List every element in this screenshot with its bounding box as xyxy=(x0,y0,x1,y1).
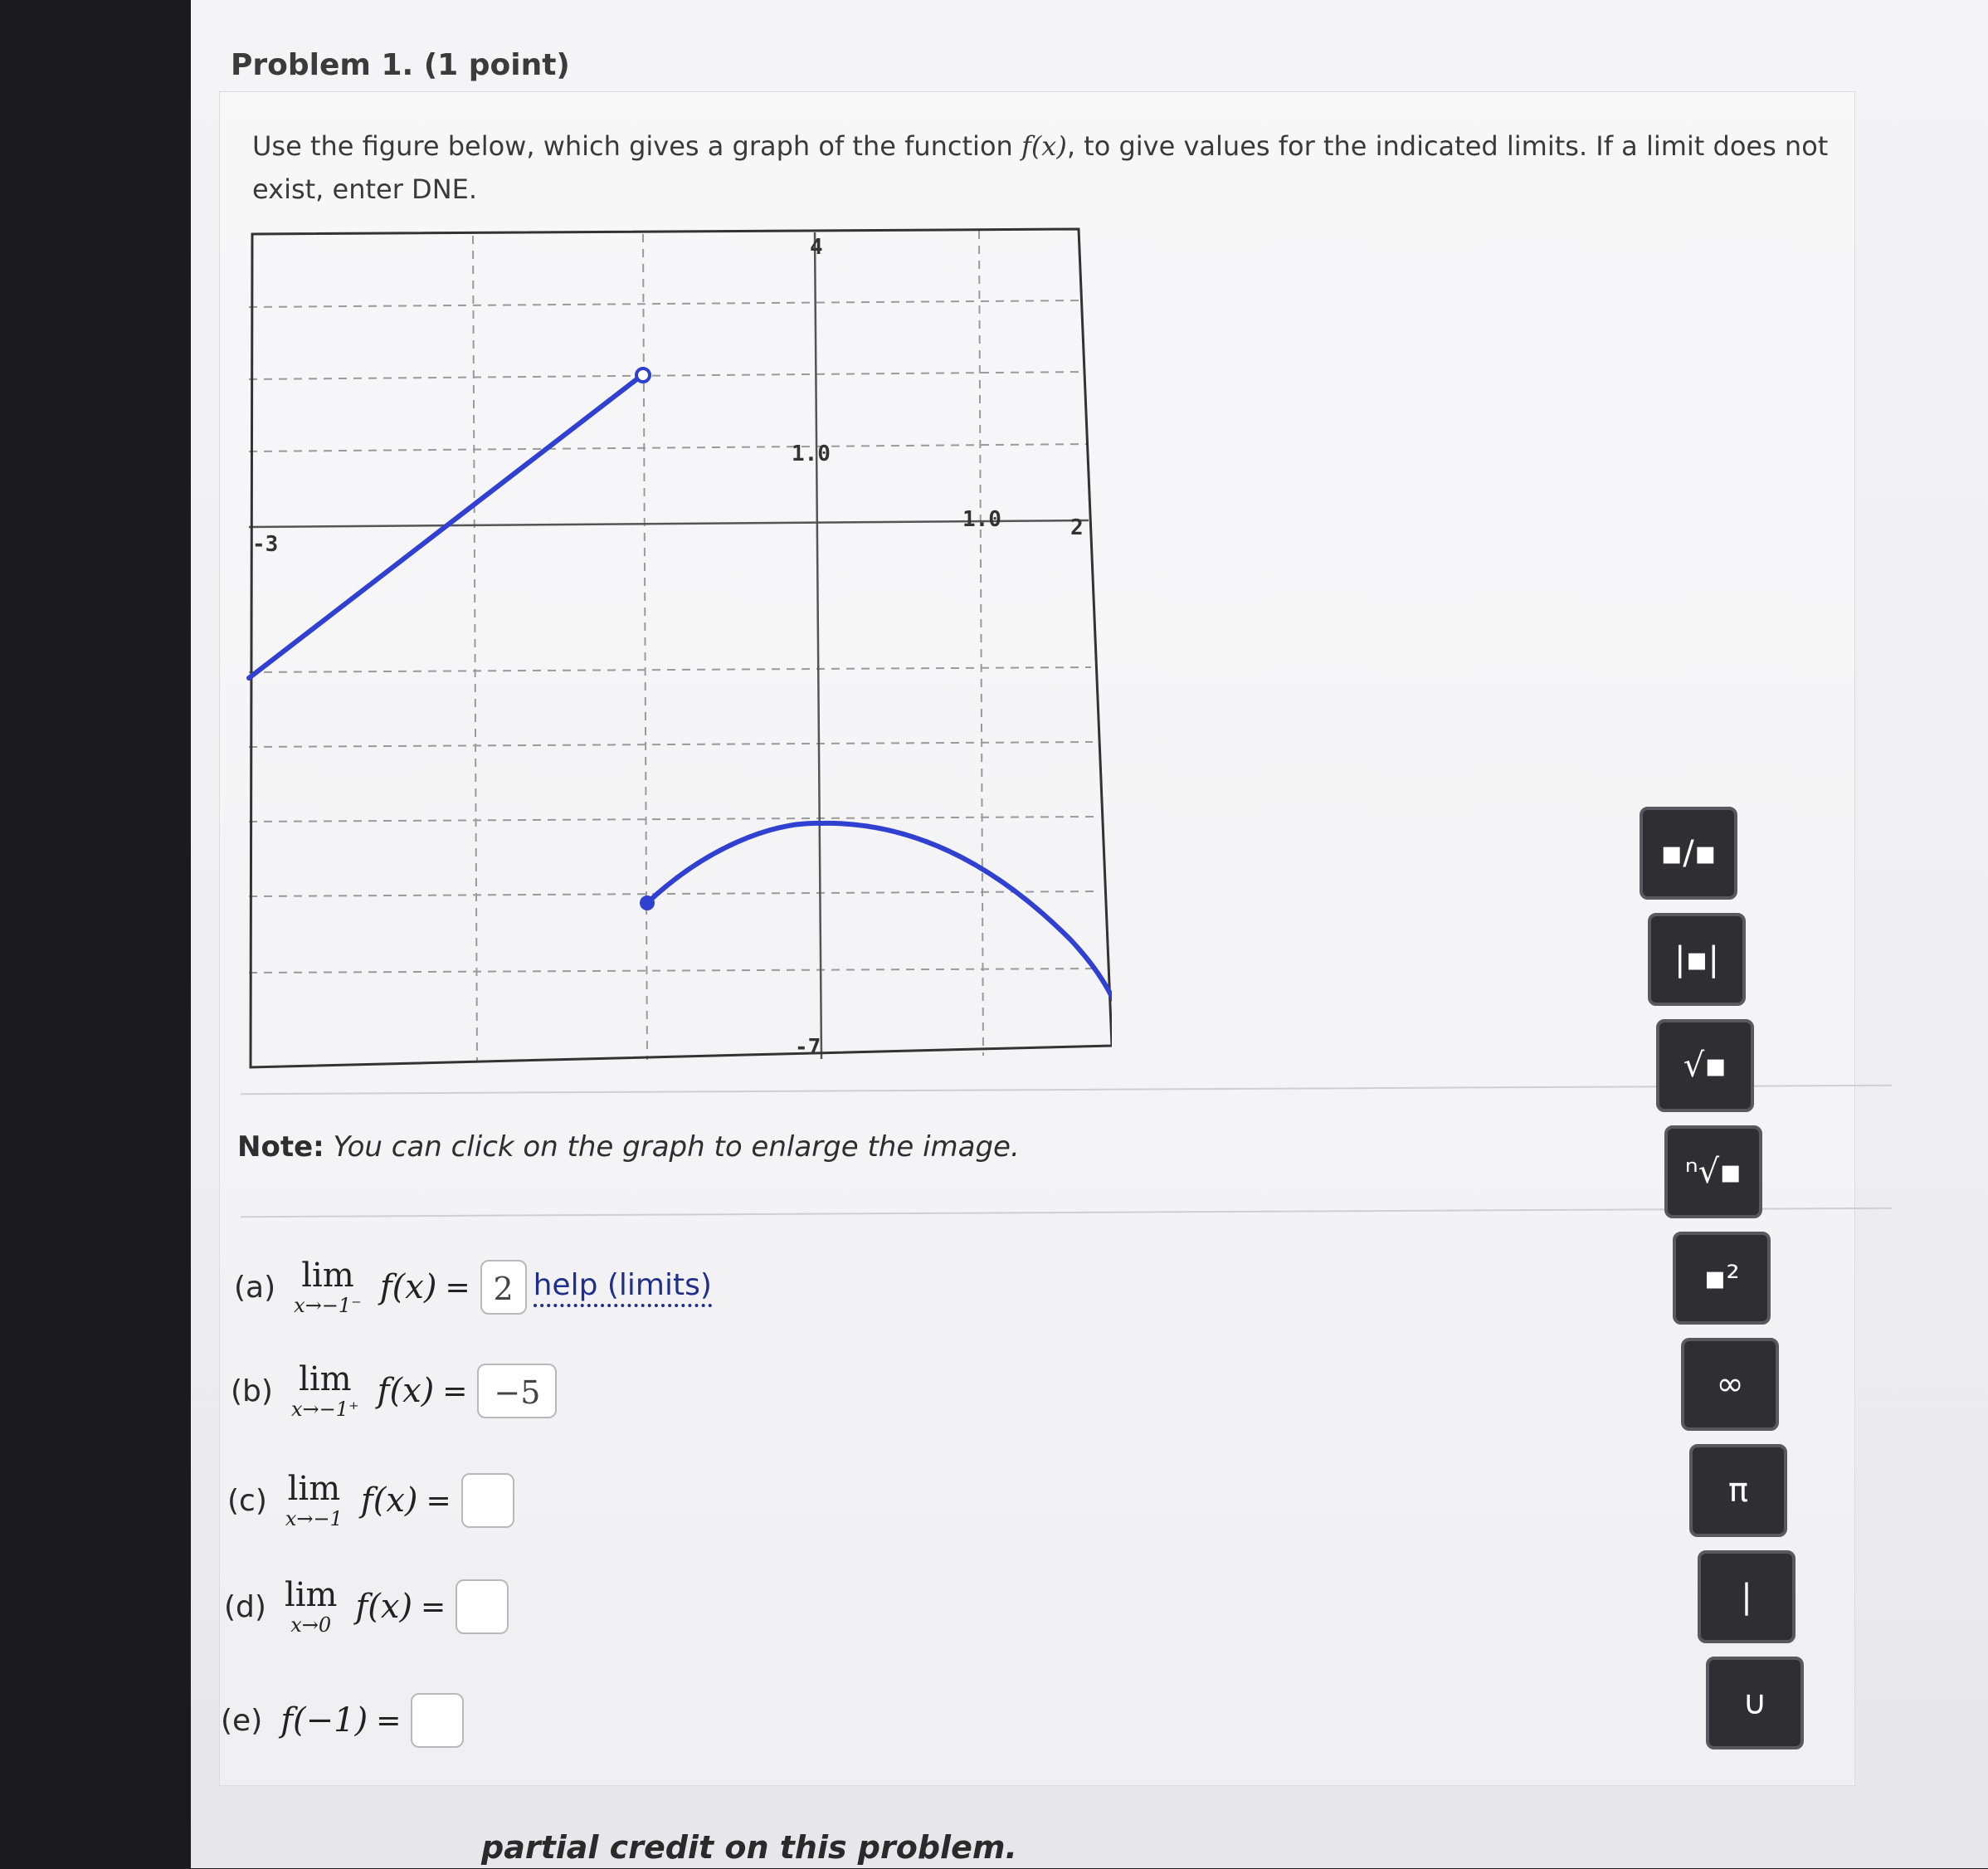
linear-segment xyxy=(246,375,641,681)
partial-credit-text: partial credit on this problem. xyxy=(481,1829,1017,1866)
fraction-button[interactable]: ▪/▪ xyxy=(1640,807,1737,900)
function-graph[interactable]: 4 1.0 1.0 -3 2 -7 xyxy=(241,226,1112,1072)
y-top-label: 4 xyxy=(810,235,823,260)
x-right-label: 2 xyxy=(1070,515,1084,540)
prompt-text-start: Use the figure below, which gives a grap… xyxy=(252,130,1021,162)
nth-root-button[interactable]: ⁿ√▪ xyxy=(1664,1125,1762,1218)
graph-svg: 4 1.0 1.0 -3 2 -7 xyxy=(246,227,1112,1069)
part-e-label: (e) xyxy=(221,1703,263,1738)
absolute-value-icon: |▪| xyxy=(1674,940,1720,978)
part-e: (e) f(−1) = xyxy=(221,1693,465,1748)
problem-title: Problem 1. (1 point) xyxy=(231,48,570,82)
y-bottom-label: -7 xyxy=(795,1035,821,1060)
part-e-function: f(−1) xyxy=(280,1701,368,1740)
part-c-function: f(x) xyxy=(360,1481,418,1520)
math-input-toolbar: ▪/▪ |▪| √▪ ⁿ√▪ ▪² ∞ π | ∪ xyxy=(1640,807,1805,1869)
exponent-button[interactable]: ▪² xyxy=(1673,1232,1771,1325)
y-one-label: 1.0 xyxy=(792,442,831,466)
union-icon: ∪ xyxy=(1742,1684,1767,1722)
union-button[interactable]: ∪ xyxy=(1706,1657,1804,1749)
open-endpoint xyxy=(635,367,651,383)
part-b: (b) lim x→−1⁺ f(x) = −5 xyxy=(231,1360,558,1421)
x-one-label: 1.0 xyxy=(962,507,1001,532)
nth-root-icon: ⁿ√▪ xyxy=(1684,1153,1742,1191)
part-c-label: (c) xyxy=(227,1483,267,1518)
infinity-icon: ∞ xyxy=(1716,1365,1744,1403)
part-a-limit: lim x→−1⁻ xyxy=(294,1257,362,1317)
part-d-function: f(x) xyxy=(355,1588,413,1626)
absolute-value-button[interactable]: |▪| xyxy=(1648,913,1746,1006)
part-a: (a) lim x→−1⁻ f(x) = 2 help (limits) xyxy=(234,1257,712,1317)
vertical-bar-icon: | xyxy=(1741,1578,1752,1616)
closed-endpoint xyxy=(640,895,655,910)
part-d: (d) lim x→0 f(x) = xyxy=(224,1577,509,1637)
note-text: You can click on the graph to enlarge th… xyxy=(324,1130,1020,1164)
exponent-icon: ▪² xyxy=(1703,1259,1740,1297)
sqrt-button[interactable]: √▪ xyxy=(1656,1019,1754,1112)
part-d-label: (d) xyxy=(224,1589,266,1624)
part-a-answer-input[interactable]: 2 xyxy=(480,1260,527,1315)
fraction-icon: ▪/▪ xyxy=(1660,834,1717,872)
prompt-function: f(x) xyxy=(1021,130,1067,162)
parabolic-segment xyxy=(645,820,1112,1003)
graph-note: Note: You can click on the graph to enla… xyxy=(237,1130,1020,1164)
help-limits-link[interactable]: help (limits) xyxy=(533,1267,712,1307)
pi-icon: π xyxy=(1727,1471,1749,1510)
sqrt-icon: √▪ xyxy=(1683,1047,1727,1085)
part-b-function: f(x) xyxy=(377,1372,435,1410)
vertical-bar-button[interactable]: | xyxy=(1698,1550,1796,1643)
infinity-button[interactable]: ∞ xyxy=(1681,1338,1779,1431)
part-d-limit: lim x→0 xyxy=(284,1576,338,1637)
part-a-label: (a) xyxy=(234,1270,276,1305)
part-a-function: f(x) xyxy=(379,1268,437,1306)
part-c-answer-input[interactable] xyxy=(460,1473,514,1528)
problem-prompt: Use the figure below, which gives a grap… xyxy=(252,124,1845,211)
x-left-label: -3 xyxy=(252,532,278,557)
part-d-answer-input[interactable] xyxy=(456,1579,509,1634)
part-b-answer-input[interactable]: −5 xyxy=(477,1364,558,1418)
part-b-label: (b) xyxy=(231,1374,273,1408)
pi-button[interactable]: π xyxy=(1689,1444,1787,1537)
note-label: Note: xyxy=(237,1130,324,1164)
part-e-answer-input[interactable] xyxy=(411,1693,465,1748)
part-c: (c) lim x→−1 f(x) = xyxy=(227,1471,514,1530)
part-c-limit: lim x→−1 xyxy=(285,1470,343,1530)
part-b-limit: lim x→−1⁺ xyxy=(290,1360,359,1421)
